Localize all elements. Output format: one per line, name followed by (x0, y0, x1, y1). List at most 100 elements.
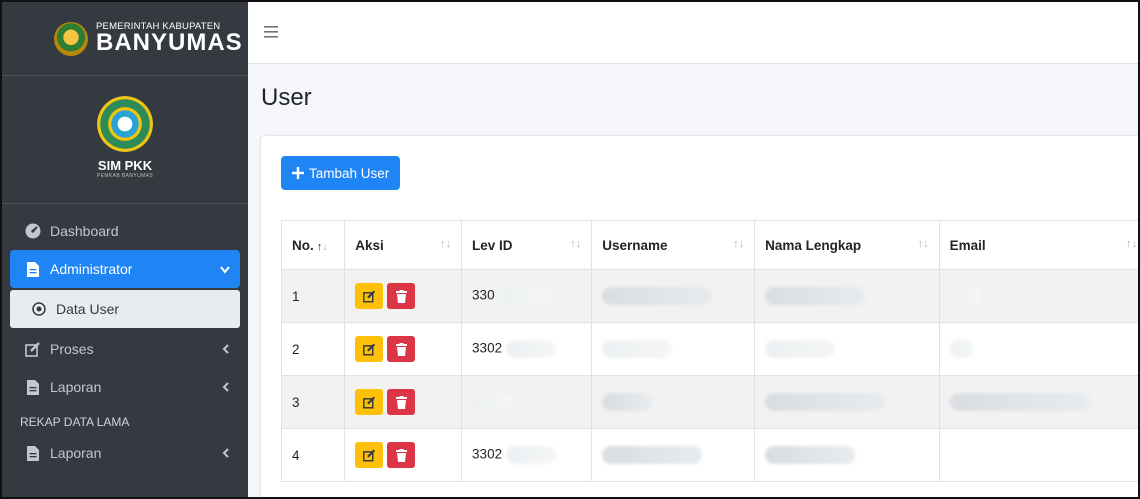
edit-icon (362, 448, 375, 462)
table-row: 2 3302 (280, 322, 1138, 376)
brand-title: BANYUMAS (96, 29, 243, 57)
redacted-value (505, 340, 556, 358)
cell-no: 3 (280, 375, 346, 429)
delete-button[interactable] (387, 283, 416, 309)
sidebar: PEMERINTAH KABUPATEN BANYUMAS SIM PKK PE… (2, 2, 248, 497)
cell-username (591, 375, 756, 429)
cell-email (938, 375, 1138, 429)
pkk-logo-icon (97, 96, 153, 152)
column-header-aksi[interactable]: Aksi ↑↓ (344, 220, 463, 270)
chevron-left-icon (222, 342, 230, 357)
sidebar-item-label: Proses (50, 341, 94, 357)
trash-icon (395, 289, 407, 303)
table-row: 3 (280, 375, 1138, 429)
file-icon (22, 261, 44, 277)
delete-button[interactable] (387, 442, 416, 468)
sidebar-item-label: Laporan (50, 379, 102, 395)
redacted-value (602, 446, 703, 464)
delete-button[interactable] (387, 336, 416, 362)
column-header-lev-id[interactable]: Lev ID ↑↓ (461, 220, 593, 270)
sidebar-item-administrator[interactable]: Administrator (10, 250, 240, 288)
cell-no: 2 (280, 322, 346, 376)
redacted-value (949, 393, 1090, 411)
cell-username (591, 322, 756, 376)
cell-lev-id: 330 (461, 269, 593, 323)
edit-button[interactable] (355, 336, 384, 362)
sidebar-item-laporan[interactable]: Laporan (10, 368, 240, 406)
edit-button[interactable] (355, 389, 384, 415)
table-row: 1 330 (280, 269, 1138, 323)
column-header-username[interactable]: Username ↑↓ (591, 220, 756, 270)
cell-lev-id: 3302 (461, 322, 593, 376)
file-icon (22, 445, 44, 461)
column-header-email[interactable]: Email ↑↓ (938, 220, 1138, 270)
plus-icon (292, 163, 304, 184)
brand[interactable]: PEMERINTAH KABUPATEN BANYUMAS (2, 2, 248, 76)
sort-icon: ↑↓ (570, 238, 582, 250)
sidebar-item-data-user[interactable]: Data User (10, 290, 240, 328)
cell-nama-lengkap (754, 428, 940, 482)
sort-icon: ↑↓ (733, 238, 745, 250)
add-user-button[interactable]: Tambah User (281, 156, 401, 190)
cell-no: 1 (280, 269, 346, 323)
edit-icon (362, 395, 375, 409)
redacted-value (949, 340, 974, 358)
chevron-down-icon (220, 262, 230, 277)
edit-button[interactable] (355, 442, 384, 468)
cell-email (938, 322, 1138, 376)
cell-lev-id: 3302 (461, 428, 593, 482)
page-title: User (261, 84, 312, 111)
user-panel: SIM PKK PEMKAB BANYUMAS (2, 76, 248, 204)
cell-aksi (344, 269, 463, 323)
cell-nama-lengkap (754, 269, 940, 323)
sidebar-item-label: Administrator (50, 261, 133, 277)
trash-icon (395, 395, 407, 409)
banyumas-emblem-icon (54, 21, 88, 56)
redacted-value (765, 393, 886, 411)
redacted-value (505, 446, 556, 464)
column-header-nama-lengkap[interactable]: Nama Lengkap ↑↓ (754, 220, 940, 270)
edit-icon (22, 341, 44, 357)
main-content: User Tambah User No. ↑↓ Aksi ↑↓ Lev ID ↑… (248, 64, 1138, 497)
chevron-left-icon (222, 446, 230, 461)
delete-button[interactable] (387, 389, 416, 415)
sort-icon: ↑↓ (440, 238, 452, 250)
sidebar-item-label: Laporan (50, 445, 102, 461)
user-card: Tambah User No. ↑↓ Aksi ↑↓ Lev ID ↑↓ Use… (261, 136, 1138, 497)
redacted-value (602, 340, 673, 358)
table-header-row: No. ↑↓ Aksi ↑↓ Lev ID ↑↓ Username ↑↓ Nama L (280, 220, 1138, 270)
sidebar-nav: Dashboard Administrator Data User Proses… (2, 212, 248, 472)
cell-aksi (344, 428, 463, 482)
sidebar-item-dashboard[interactable]: Dashboard (10, 212, 240, 250)
app-window: PEMERINTAH KABUPATEN BANYUMAS SIM PKK PE… (0, 0, 1140, 499)
dashboard-icon (22, 223, 44, 239)
cell-email (938, 428, 1138, 482)
add-user-label: Tambah User (309, 165, 390, 181)
panel-title: SIM PKK (97, 158, 153, 173)
sidebar-item-label: Dashboard (50, 223, 119, 239)
cell-aksi (344, 375, 463, 429)
file-icon (22, 379, 44, 395)
sidebar-item-proses[interactable]: Proses (10, 330, 240, 368)
cell-email (938, 269, 1138, 323)
top-navbar (248, 2, 1138, 64)
cell-no: 4 (280, 428, 346, 482)
edit-icon (362, 289, 375, 303)
redacted-value (472, 393, 513, 411)
edit-button[interactable] (355, 283, 384, 309)
redacted-value (602, 393, 653, 411)
sidebar-item-label: Data User (56, 301, 120, 317)
column-header-no[interactable]: No. ↑↓ (280, 220, 346, 270)
sidebar-item-laporan-lama[interactable]: Laporan (10, 434, 240, 472)
redacted-value (949, 287, 980, 305)
panel-subtitle: PEMKAB BANYUMAS (96, 173, 154, 179)
cell-lev-id (461, 375, 593, 429)
menu-toggle-icon[interactable] (264, 22, 278, 43)
redacted-value (765, 287, 866, 305)
redacted-value (602, 287, 713, 305)
nav-section-header: REKAP DATA LAMA (20, 415, 130, 429)
cell-nama-lengkap (754, 322, 940, 376)
user-table: No. ↑↓ Aksi ↑↓ Lev ID ↑↓ Username ↑↓ Nama L (280, 220, 1138, 482)
cell-username (591, 269, 756, 323)
chevron-left-icon (222, 380, 230, 395)
